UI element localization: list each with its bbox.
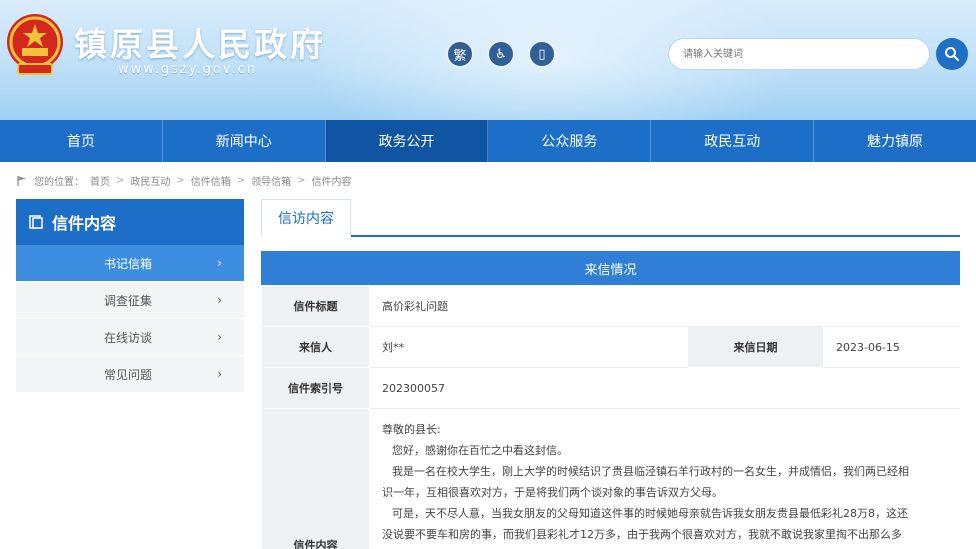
- section-title: 来信情况: [261, 251, 960, 285]
- breadcrumb: 您的位置： 首页 > 政民互动 > 信件信箱 > 领导信箱 > 信件内容: [16, 173, 352, 188]
- mobile-button[interactable]: ▯: [528, 40, 556, 68]
- chevron-right-icon: ›: [217, 330, 222, 344]
- breadcrumb-separator: >: [116, 175, 125, 186]
- sidebar-header: 信件内容: [16, 199, 244, 245]
- breadcrumb-separator: >: [176, 175, 185, 186]
- letter-table: 信件标题 高价彩礼问题 来信人 刘** 来信日期 2023-06-15 信件索引…: [261, 285, 960, 549]
- date-label: 来信日期: [687, 326, 824, 368]
- date-value: 2023-06-15: [823, 326, 960, 368]
- table-row: 信件索引号 202300057: [261, 367, 960, 409]
- content-line: 我是一名在校大学生，刚上大学的时候结识了贵县临泾镇石羊行政村的一名女生，并成情侣…: [392, 465, 909, 478]
- location-flag-icon: [17, 175, 26, 186]
- tab-strip: 信访内容: [261, 199, 960, 237]
- content-line: 识一年，互相很喜欢对方，于是将我们两个谈对象的事告诉双方父母。: [382, 486, 723, 499]
- site-header: 镇原县人民政府 www.gszy.gov.cn 繁 ♿ ▯: [0, 0, 976, 120]
- subject-value: 高价彩礼问题: [369, 285, 960, 327]
- chevron-right-icon: ›: [217, 293, 222, 307]
- main-nav: 首页 新闻中心 政务公开 公众服务 政民互动 魅力镇原: [0, 120, 976, 162]
- nav-item-government-affairs[interactable]: 政务公开: [325, 120, 489, 162]
- table-row: 信件内容 尊敬的县长: 您好，感谢你在百忙之中看这封信。 我是一名在校大学生，刚…: [261, 408, 960, 549]
- chevron-right-icon: ›: [217, 367, 222, 381]
- content-line: 可是，天不尽人意，当我女朋友的父母知道这件事的时候她母亲就告诉我女朋友贵县最低彩…: [392, 507, 908, 520]
- site-title: 镇原县人民政府: [74, 25, 326, 64]
- mobile-icon: ▯: [538, 46, 546, 62]
- breadcrumb-separator: >: [236, 175, 246, 186]
- search-button[interactable]: [936, 38, 968, 70]
- table-row: 来信人 刘** 来信日期 2023-06-15: [261, 326, 960, 368]
- content-line: 您好，感谢你在百忙之中看这封信。: [392, 444, 568, 457]
- sender-value: 刘**: [369, 326, 688, 368]
- sidebar-item-label: 书记信箱: [104, 256, 153, 271]
- content-label: 信件内容: [261, 408, 370, 549]
- chevron-right-icon: ›: [217, 256, 222, 270]
- traditional-chinese-icon: 繁: [453, 48, 467, 64]
- index-value: 202300057: [369, 367, 960, 409]
- document-icon: [29, 215, 43, 229]
- breadcrumb-home[interactable]: 首页: [90, 173, 110, 188]
- site-url: www.gszy.gov.cn: [118, 62, 258, 77]
- accessibility-icon: ♿: [495, 46, 507, 62]
- accessibility-button[interactable]: ♿: [487, 40, 515, 68]
- sidebar-item-faq[interactable]: 常见问题 ›: [16, 356, 244, 393]
- sidebar-item-secretary-mailbox[interactable]: 书记信箱 ›: [16, 245, 244, 282]
- sidebar-item-label: 常见问题: [104, 367, 153, 382]
- nav-item-public-service[interactable]: 公众服务: [488, 120, 652, 162]
- breadcrumb-interaction[interactable]: 政民互动: [130, 173, 170, 188]
- subject-label: 信件标题: [261, 285, 370, 327]
- tab-petition-content[interactable]: 信访内容: [261, 199, 351, 237]
- nav-item-home[interactable]: 首页: [0, 120, 163, 162]
- sidebar-title: 信件内容: [52, 214, 117, 233]
- breadcrumb-leader-mailbox[interactable]: 领导信箱: [251, 173, 291, 188]
- content-line: 尊敬的县长:: [382, 423, 441, 436]
- nav-item-interaction[interactable]: 政民互动: [651, 120, 815, 162]
- nav-item-charm[interactable]: 魅力镇原: [814, 120, 976, 162]
- nav-item-news[interactable]: 新闻中心: [163, 120, 326, 162]
- breadcrumb-current: 信件内容: [311, 177, 352, 188]
- content-value: 尊敬的县长: 您好，感谢你在百忙之中看这封信。 我是一名在校大学生，刚上大学的时…: [369, 408, 960, 549]
- sidebar-item-survey[interactable]: 调查征集 ›: [16, 282, 244, 319]
- search-icon: [945, 47, 959, 61]
- sidebar-item-label: 调查征集: [104, 293, 153, 308]
- index-label: 信件索引号: [261, 367, 370, 409]
- breadcrumb-mailbox[interactable]: 信件信箱: [191, 173, 231, 188]
- traditional-chinese-button[interactable]: 繁: [446, 40, 474, 68]
- sidebar-item-label: 在线访谈: [104, 330, 153, 345]
- search-input[interactable]: [668, 38, 930, 70]
- sender-label: 来信人: [261, 326, 370, 368]
- content-line: 没说要不要车和房的事，而我们县彩礼才12万多，由于我两个很喜欢对方，我就不敢说我…: [382, 528, 902, 541]
- main-content: 信访内容 来信情况 信件标题 高价彩礼问题 来信人 刘** 来信日期 2023-…: [261, 199, 960, 549]
- sidebar-item-online-interview[interactable]: 在线访谈 ›: [16, 319, 244, 356]
- breadcrumb-separator: >: [297, 175, 306, 186]
- breadcrumb-prefix: 您的位置：: [34, 177, 84, 188]
- table-row: 信件标题 高价彩礼问题: [261, 285, 960, 327]
- sidebar: 信件内容 书记信箱 › 调查征集 › 在线访谈 › 常见问题 ›: [16, 199, 244, 393]
- national-emblem-icon: [7, 14, 63, 75]
